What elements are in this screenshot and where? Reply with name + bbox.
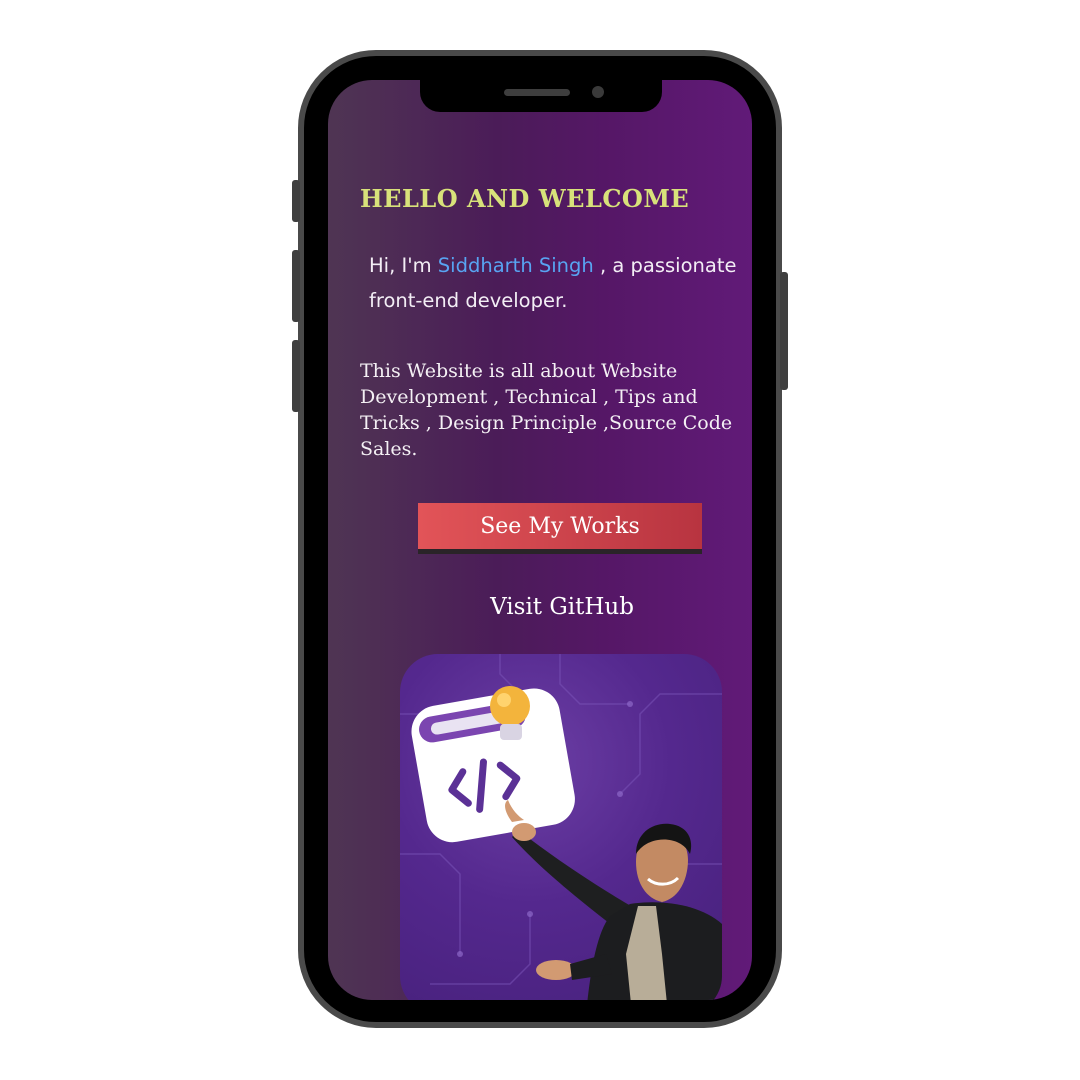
phone-screen: HELLO AND WELCOME Hi, I'm Siddharth Sing… — [328, 80, 752, 1000]
welcome-heading: HELLO AND WELCOME — [360, 184, 690, 213]
intro-text: Hi, I'm Siddharth Singh , a passionate f… — [369, 248, 752, 318]
notch — [420, 80, 662, 112]
mute-switch — [292, 180, 300, 222]
developer-photo — [505, 800, 722, 1000]
speaker-grille — [504, 89, 570, 96]
see-my-works-button[interactable]: See My Works — [418, 503, 702, 554]
intro-prefix: Hi, I'm — [369, 254, 438, 277]
developer-name-link[interactable]: Siddharth Singh — [438, 254, 594, 277]
hero-illustration — [400, 654, 722, 1000]
visit-github-link[interactable]: Visit GitHub — [328, 594, 752, 620]
site-description: This Website is all about Website Develo… — [360, 360, 733, 460]
volume-up-button — [292, 250, 300, 322]
power-button — [780, 272, 788, 390]
front-camera — [592, 86, 604, 98]
hero-image — [400, 654, 722, 1000]
volume-down-button — [292, 340, 300, 412]
